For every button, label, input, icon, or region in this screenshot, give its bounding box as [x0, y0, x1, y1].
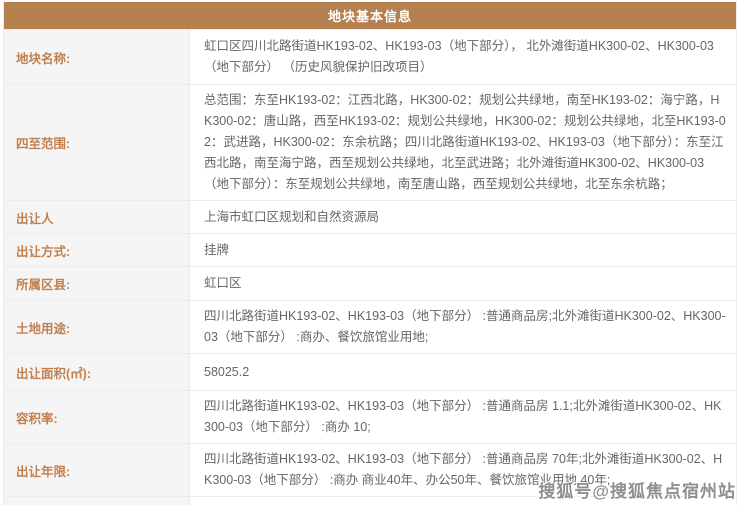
- table-row: 地块名称: 虹口区四川北路街道HK193-02、HK193-03（地下部分）， …: [4, 29, 736, 84]
- row-value-grantor: 上海市虹口区规划和自然资源局: [190, 201, 736, 233]
- table-row: 出让面积(㎡): 58025.2: [4, 353, 736, 390]
- table-title: 地块基本信息: [4, 2, 736, 29]
- row-label-land-use: 土地用途:: [4, 301, 190, 353]
- table-row: 所属区县: 虹口区: [4, 266, 736, 300]
- row-value-transfer-method: 挂牌: [190, 234, 736, 266]
- row-label-transfer-area: 出让面积(㎡):: [4, 354, 190, 390]
- row-label-parcel-name: 地块名称:: [4, 30, 190, 84]
- sohu-watermark: 搜狐号@搜狐焦点宿州站: [538, 477, 736, 502]
- row-value-transfer-area: 58025.2: [190, 354, 736, 390]
- row-label-tenure: 出让年限:: [4, 444, 190, 496]
- land-parcel-info-table: 地块基本信息 地块名称: 虹口区四川北路街道HK193-02、HK193-03（…: [3, 2, 737, 505]
- table-row: 土地用途: 四川北路街道HK193-02、HK193-03（地下部分） :普通商…: [4, 300, 736, 353]
- row-label-plot-ratio: 容积率:: [4, 391, 190, 443]
- row-value-district: 虹口区: [190, 267, 736, 300]
- row-value-land-use: 四川北路街道HK193-02、HK193-03（地下部分） :普通商品房;北外滩…: [190, 301, 736, 353]
- row-label-transfer-method: 出让方式:: [4, 234, 190, 266]
- table-row: 四至范围: 总范围：东至HK193-02：江西北路，HK300-02：规划公共绿…: [4, 84, 736, 200]
- row-value-parcel-name: 虹口区四川北路街道HK193-02、HK193-03（地下部分）， 北外滩街道H…: [190, 30, 736, 84]
- row-label-district: 所属区县:: [4, 267, 190, 300]
- row-label-boundaries: 四至范围:: [4, 85, 190, 200]
- row-value-boundaries: 总范围：东至HK193-02：江西北路，HK300-02：规划公共绿地，南至HK…: [190, 85, 736, 200]
- row-value-plot-ratio: 四川北路街道HK193-02、HK193-03（地下部分） :普通商品房 1.1…: [190, 391, 736, 443]
- row-label-grantor: 出让人: [4, 201, 190, 233]
- table-row: 容积率: 四川北路街道HK193-02、HK193-03（地下部分） :普通商品…: [4, 390, 736, 443]
- table-row: 出让人 上海市虹口区规划和自然资源局: [4, 200, 736, 233]
- table-row: 出让方式: 挂牌: [4, 233, 736, 266]
- row-label-transaction-status: 当前交易状态:: [4, 497, 190, 505]
